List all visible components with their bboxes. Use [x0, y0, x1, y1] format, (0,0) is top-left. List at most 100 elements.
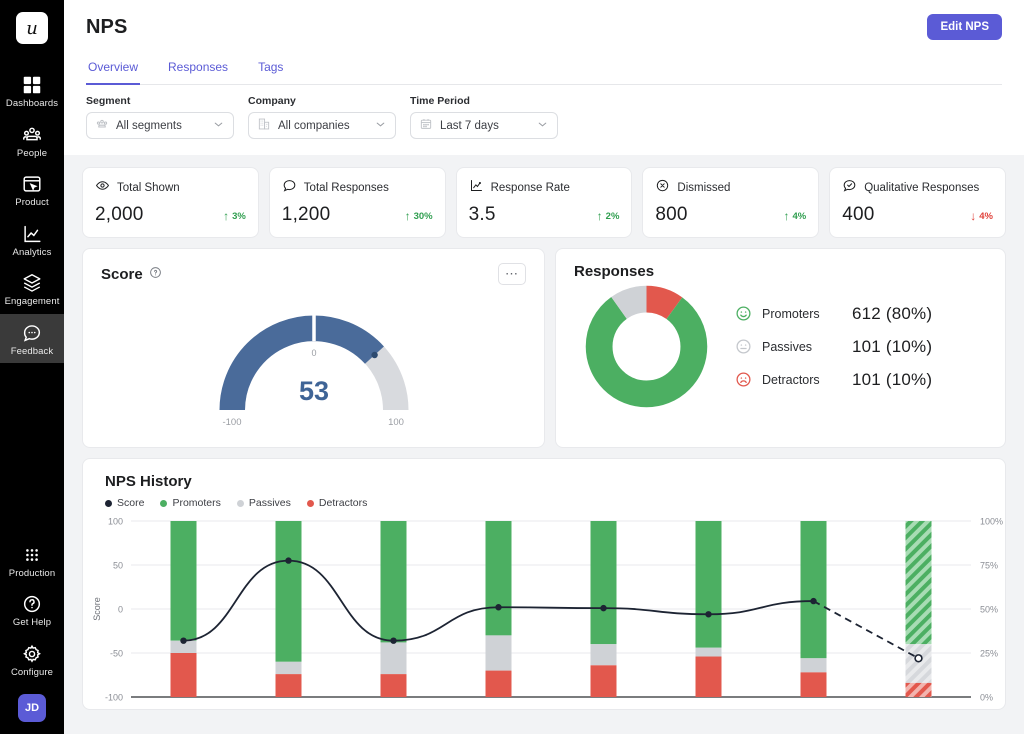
- company-select[interactable]: All companies: [248, 112, 396, 139]
- sidebar-item-dashboards[interactable]: Dashboards: [0, 66, 64, 116]
- chevron-down-icon: [212, 118, 225, 134]
- kpi-value: 1,200: [282, 204, 331, 226]
- sidebar-item-feedback[interactable]: Feedback: [0, 314, 64, 364]
- kpi-value: 3.5: [469, 204, 496, 226]
- app-logo[interactable]: u: [16, 12, 48, 44]
- donut-slice-promoters: [599, 299, 694, 394]
- kpi-delta: ↑ 30%: [405, 209, 433, 226]
- score-point: [180, 637, 186, 643]
- bar-segment-promoters: [801, 521, 827, 658]
- kpi-delta-value: 2%: [606, 211, 620, 222]
- filter-segment: Segment All segments: [86, 95, 234, 139]
- chat-icon: [21, 322, 43, 344]
- y2-axis-tick: 50%: [980, 605, 998, 615]
- legend-item-passives[interactable]: Passives: [237, 497, 291, 509]
- legend-item-detractors[interactable]: Detractors: [307, 497, 367, 509]
- kpi-delta-value: 4%: [979, 211, 993, 222]
- legend-label: Promoters: [172, 497, 220, 509]
- sidebar-item-get-help[interactable]: Get Help: [0, 585, 64, 635]
- legend-item-promoters[interactable]: Promoters: [160, 497, 220, 509]
- bar-segment-promoters: [696, 521, 722, 648]
- segment-select[interactable]: All segments: [86, 112, 234, 139]
- sidebar-item-configure[interactable]: Configure: [0, 635, 64, 685]
- legend-label: Passives: [762, 340, 842, 354]
- kpi-delta-value: 3%: [232, 211, 246, 222]
- kpi-delta-value: 4%: [792, 211, 806, 222]
- kpi-header: Response Rate: [469, 178, 620, 198]
- legend-value: 612 (80%): [852, 304, 932, 324]
- kpi-card-dismissed: Dismissed 800 ↑ 4%: [642, 167, 819, 238]
- bar-segment-passives: [486, 635, 512, 670]
- filter-label: Company: [248, 95, 396, 107]
- kpi-card-total-shown: Total Shown 2,000 ↑ 3%: [82, 167, 259, 238]
- time-period-select[interactable]: Last 7 days: [410, 112, 558, 139]
- arrow-up-icon: ↑: [223, 209, 229, 223]
- gauge-max-label: 100: [388, 417, 404, 428]
- bar-segment-detractors: [486, 671, 512, 697]
- filter-label: Segment: [86, 95, 234, 107]
- chevron-down-icon: [536, 118, 549, 134]
- topbar: NPS Edit NPS Overview Responses Tags: [64, 0, 1024, 85]
- kpi-title: Qualitative Responses: [864, 182, 979, 194]
- kpi-header: Dismissed: [655, 178, 806, 198]
- tab-tags[interactable]: Tags: [256, 54, 285, 85]
- kpi-value: 800: [655, 204, 687, 226]
- avatar[interactable]: JD: [18, 694, 46, 722]
- gear-icon: [21, 643, 43, 665]
- y-axis-tick: -100: [105, 693, 123, 703]
- legend-value: 101 (10%): [852, 370, 932, 390]
- y2-axis-tick: 75%: [980, 561, 998, 571]
- bar-segment-passives: [381, 642, 407, 674]
- nps-history-legend: Score Promoters Passives Detractors: [83, 490, 1005, 509]
- kpi-header: Total Shown: [95, 178, 246, 198]
- sidebar-item-analytics[interactable]: Analytics: [0, 215, 64, 265]
- nps-history-title: NPS History: [83, 459, 1005, 490]
- sidebar-item-product[interactable]: Product: [0, 165, 64, 215]
- bar-segment-detractors: [381, 674, 407, 697]
- score-line-projected: [814, 601, 919, 658]
- chat-check-icon: [842, 178, 857, 198]
- sidebar-item-label: Engagement: [5, 297, 60, 307]
- edit-nps-button[interactable]: Edit NPS: [927, 14, 1002, 40]
- score-point: [705, 611, 711, 617]
- score-gauge-wrap: 0 53 -100 100: [83, 285, 544, 441]
- legend-value: 101 (10%): [852, 337, 932, 357]
- score-panel-title: Score: [101, 266, 162, 283]
- y-axis-label: Score: [92, 597, 102, 621]
- sidebar-item-people[interactable]: People: [0, 116, 64, 166]
- tab-overview[interactable]: Overview: [86, 54, 140, 85]
- topbar-row: NPS Edit NPS: [86, 14, 1002, 40]
- bar-segment-promoters: [276, 521, 302, 662]
- legend-item-score[interactable]: Score: [105, 497, 144, 509]
- y-axis-tick: 50: [113, 561, 123, 571]
- sidebar-item-engagement[interactable]: Engagement: [0, 264, 64, 314]
- kpi-header: Total Responses: [282, 178, 433, 198]
- kpi-row: Total Shown 2,000 ↑ 3%: [82, 167, 1006, 238]
- tab-bar: Overview Responses Tags: [86, 54, 1002, 85]
- sidebar-item-label: Get Help: [13, 618, 51, 628]
- sidebar-item-label: Production: [9, 569, 55, 579]
- y-axis-tick: 0: [118, 605, 123, 615]
- responses-donut-chart: [584, 284, 709, 409]
- kpi-delta: ↓ 4%: [970, 209, 993, 226]
- filter-time-period: Time Period Last 7 days: [410, 95, 558, 139]
- bar-segment-promoters: [381, 521, 407, 642]
- bar-segment-detractors: [801, 672, 827, 697]
- tab-responses[interactable]: Responses: [166, 54, 230, 85]
- kpi-delta: ↑ 4%: [783, 209, 806, 226]
- y2-axis-tick: 25%: [980, 649, 998, 659]
- time-period-value: Last 7 days: [440, 120, 529, 132]
- eye-icon: [95, 178, 110, 198]
- sidebar-item-production[interactable]: Production: [0, 536, 64, 586]
- app-root: u Dashboards People Product: [0, 0, 1024, 734]
- bar-segment-detractors: [696, 657, 722, 697]
- y-axis-tick: 100: [108, 517, 123, 527]
- filter-company: Company All companies: [248, 95, 396, 139]
- company-value: All companies: [278, 120, 367, 132]
- score-panel-menu-button[interactable]: ⋯: [498, 263, 526, 285]
- arrow-up-icon: ↑: [783, 209, 789, 223]
- legend-dot-detractors: [307, 500, 314, 507]
- kpi-body: 1,200 ↑ 30%: [282, 204, 433, 226]
- score-point: [600, 605, 606, 611]
- info-circle-icon[interactable]: [149, 266, 162, 283]
